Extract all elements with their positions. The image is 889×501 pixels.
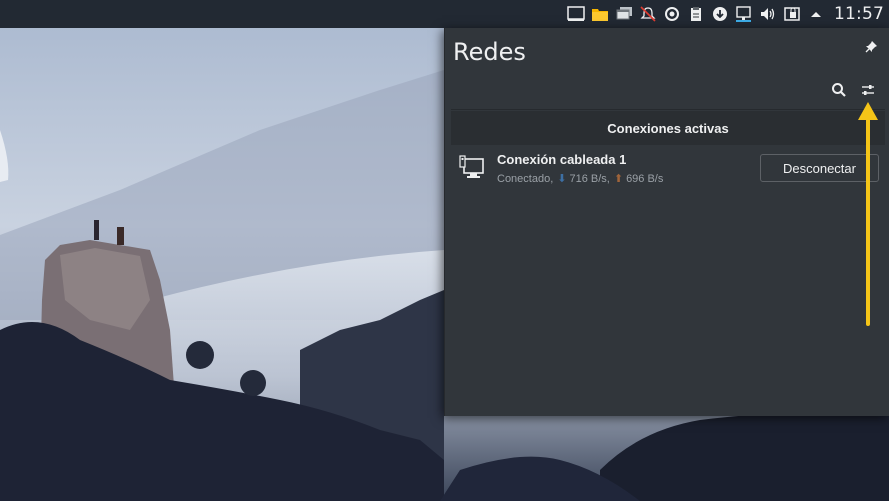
windows-icon[interactable] xyxy=(612,0,636,28)
connection-status: Conectado, ⬇ 716 B/s, ⬆ 696 B/s xyxy=(497,172,664,186)
search-icon[interactable] xyxy=(828,79,850,101)
network-popup: Redes Conexiones activas Conexión cablea… xyxy=(444,28,889,416)
settings-sync-icon[interactable] xyxy=(660,0,684,28)
clipboard-icon[interactable] xyxy=(684,0,708,28)
upload-speed: 696 B/s xyxy=(626,172,664,185)
top-panel: 11:57 xyxy=(0,0,889,28)
download-speed: 716 B/s, xyxy=(569,172,610,185)
connection-name: Conexión cableada 1 xyxy=(497,152,627,167)
upload-arrow-icon: ⬆ xyxy=(613,173,624,185)
notifications-off-icon[interactable] xyxy=(636,0,660,28)
folder-icon[interactable] xyxy=(588,0,612,28)
download-icon[interactable] xyxy=(708,0,732,28)
clock[interactable]: 11:57 xyxy=(828,4,887,24)
status-label: Conectado, xyxy=(497,172,554,185)
system-tray: 11:57 xyxy=(564,0,889,28)
popup-title: Redes xyxy=(453,38,526,66)
toolbar-separator xyxy=(451,109,885,110)
connection-row[interactable]: Conexión cableada 1 Conectado, ⬇ 716 B/s… xyxy=(451,145,885,195)
network-icon[interactable] xyxy=(732,0,756,28)
vault-icon[interactable] xyxy=(780,0,804,28)
wired-network-icon xyxy=(459,155,485,181)
desktop-icon[interactable] xyxy=(564,0,588,28)
volume-icon[interactable] xyxy=(756,0,780,28)
annotation-arrow-icon xyxy=(855,100,881,330)
section-header: Conexiones activas xyxy=(451,111,885,145)
configure-connections-icon[interactable] xyxy=(857,79,879,101)
pin-icon[interactable] xyxy=(864,40,878,54)
expand-tray-icon[interactable] xyxy=(804,0,828,28)
download-arrow-icon: ⬇ xyxy=(557,173,567,185)
